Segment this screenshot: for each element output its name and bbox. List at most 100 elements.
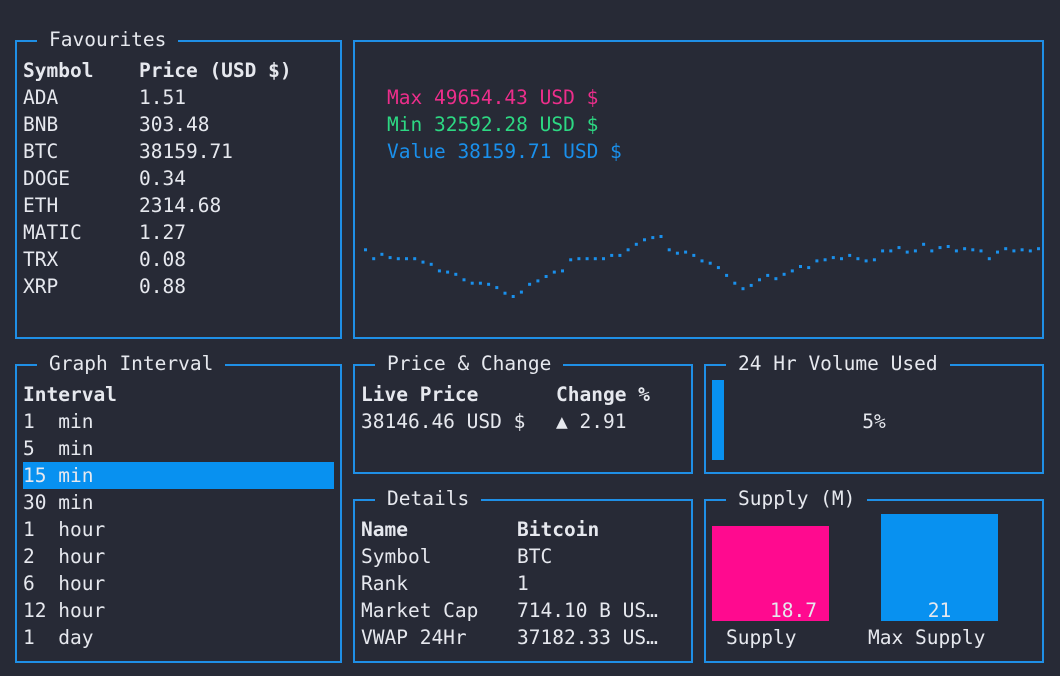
price-point <box>454 272 458 276</box>
price-point <box>799 265 802 268</box>
favourite-symbol: DOGE <box>23 167 70 190</box>
interval-option[interactable]: 2 hour <box>23 543 334 570</box>
max-supply-bar-value: 21 <box>927 599 952 622</box>
interval-option-label: 12 hour <box>23 599 106 622</box>
price-point <box>388 256 392 260</box>
favourite-row[interactable]: XRP 0.88 <box>17 273 340 300</box>
favourite-price: 2314.68 <box>139 194 222 217</box>
live-price-value: 38146.46 USD $ <box>361 410 526 433</box>
details-row-vwap: VWAP 24Hr 37182.33 US… <box>355 624 691 651</box>
favourite-row[interactable]: BTC 38159.71 <box>17 138 340 165</box>
favourite-row[interactable]: DOGE 0.34 <box>17 165 340 192</box>
price-point <box>667 248 671 252</box>
interval-option[interactable]: 1 min <box>23 408 334 435</box>
price-point <box>938 246 942 250</box>
interval-option[interactable]: 6 hour <box>23 570 334 597</box>
detail-label: Rank <box>361 572 408 595</box>
price-point <box>692 253 696 257</box>
price-point <box>733 281 737 285</box>
interval-option-label: 1 min <box>23 410 94 433</box>
price-point <box>1004 247 1008 251</box>
price-point <box>996 250 999 254</box>
interval-option[interactable]: 12 hour <box>23 597 334 624</box>
detail-label: Symbol <box>361 545 432 568</box>
price-point <box>495 286 499 290</box>
favourite-symbol: TRX <box>23 248 59 271</box>
price-point <box>725 273 729 277</box>
price-point <box>954 249 958 253</box>
interval-column-header: Interval <box>23 383 117 406</box>
max-supply-bar-label: Max Supply <box>868 626 986 649</box>
supply-bar-label: Supply <box>726 626 797 649</box>
price-point <box>651 236 655 240</box>
volume-title: 24 Hr Volume Used <box>726 351 950 377</box>
price-point <box>684 250 688 254</box>
price-point <box>741 287 745 291</box>
price-point <box>1012 249 1016 253</box>
price-point <box>602 257 605 261</box>
favourite-row[interactable]: TRX 0.08 <box>17 246 340 273</box>
favourites-panel: Favourites Symbol Price (USD $) ADA 1.51 … <box>15 27 342 339</box>
interval-option[interactable]: 1 day <box>23 624 334 651</box>
price-point <box>774 277 778 281</box>
price-point <box>864 259 868 263</box>
price-point <box>446 270 450 274</box>
detail-value: 1 <box>517 572 529 595</box>
price-point <box>963 247 967 251</box>
price-point <box>380 252 384 256</box>
price-point <box>675 251 679 255</box>
price-point <box>922 242 926 246</box>
price-point <box>823 258 827 262</box>
detail-value: 714.10 B US… <box>517 599 658 622</box>
price-point <box>544 275 548 278</box>
interval-option[interactable]: 1 hour <box>23 516 334 543</box>
price-point <box>610 253 614 257</box>
price-point <box>872 258 876 262</box>
favourite-row[interactable]: MATIC 1.27 <box>17 219 340 246</box>
price-point <box>552 270 556 274</box>
price-point <box>708 261 712 265</box>
price-point <box>889 249 893 253</box>
interval-option[interactable]: 5 min <box>23 435 334 462</box>
price-point <box>881 249 885 253</box>
favourite-row[interactable]: BNB 303.48 <box>17 111 340 138</box>
favourite-symbol: BTC <box>23 140 59 163</box>
interval-option[interactable]: 30 min <box>23 489 334 516</box>
price-point <box>913 249 917 253</box>
price-point <box>364 248 367 252</box>
price-point <box>716 266 720 270</box>
favourite-symbol: ETH <box>23 194 59 217</box>
price-point <box>503 291 507 295</box>
price-point <box>840 257 843 261</box>
price-column-header: Price (USD $) <box>139 59 292 82</box>
price-point <box>405 257 408 261</box>
price-point <box>749 283 753 287</box>
favourite-price: 1.27 <box>139 221 186 244</box>
price-point <box>1020 248 1024 252</box>
price-point <box>626 248 630 252</box>
price-point <box>577 257 581 261</box>
favourite-row[interactable]: ETH 2314.68 <box>17 192 340 219</box>
details-row-symbol: Symbol BTC <box>355 543 691 570</box>
price-point <box>930 249 934 253</box>
favourite-price: 303.48 <box>139 113 210 136</box>
price-point <box>470 281 474 285</box>
favourite-price: 38159.71 <box>139 140 233 163</box>
detail-value: BTC <box>517 545 553 568</box>
live-price-header: Live Price <box>361 383 479 406</box>
price-graph-panel: Max 49654.43 USD $ Min 32592.28 USD $ Va… <box>353 40 1044 339</box>
price-point <box>462 278 466 282</box>
price-point <box>946 245 950 248</box>
price-point <box>618 253 622 257</box>
detail-label: VWAP 24Hr <box>361 626 467 649</box>
favourite-price: 0.88 <box>139 275 186 298</box>
price-point <box>487 282 491 286</box>
supply-title: Supply (M) <box>726 486 868 512</box>
price-point <box>372 257 376 261</box>
interval-option-selected[interactable]: 15 min <box>23 462 334 489</box>
details-row-rank: Rank 1 <box>355 570 691 597</box>
favourite-row[interactable]: ADA 1.51 <box>17 84 340 111</box>
detail-value: Bitcoin <box>517 518 600 541</box>
price-point <box>1037 247 1040 251</box>
price-point <box>766 273 770 277</box>
